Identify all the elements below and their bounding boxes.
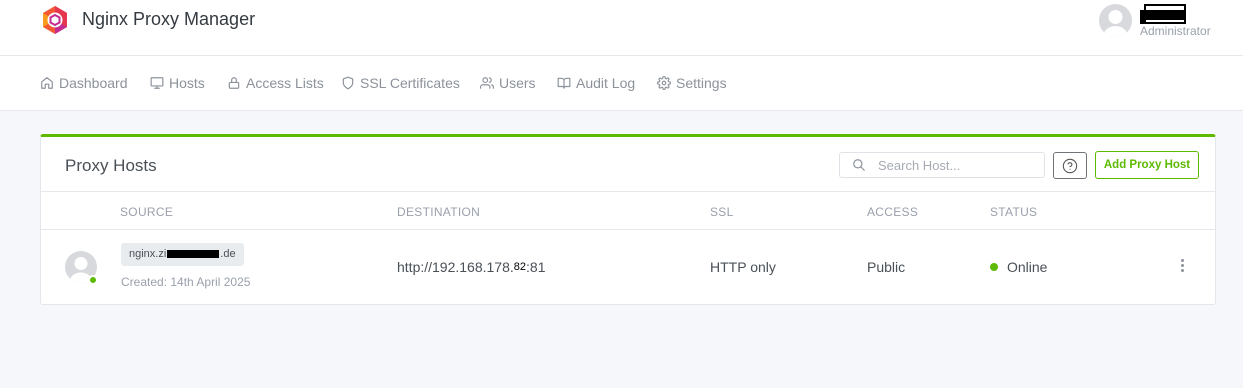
nav-settings[interactable]: Settings — [657, 56, 727, 110]
redacted-domain — [167, 250, 220, 259]
gear-icon — [657, 76, 671, 90]
users-icon — [480, 77, 494, 89]
column-header-access: ACCESS — [867, 205, 919, 219]
search-box — [839, 152, 1045, 178]
main-nav: Dashboard Hosts Access Lists SSL Certifi… — [0, 56, 1243, 111]
nav-label: Access Lists — [246, 75, 324, 91]
table-header: SOURCE DESTINATION SSL ACCESS STATUS — [41, 191, 1215, 230]
proxy-hosts-card: Proxy Hosts Add Proxy Host SOURCE DESTIN… — [40, 134, 1216, 305]
nav-label: Users — [499, 75, 536, 91]
help-button[interactable] — [1053, 152, 1087, 179]
online-indicator — [88, 275, 98, 285]
domain-start: nginx.zi — [129, 248, 167, 260]
shield-icon — [342, 76, 354, 90]
column-header-status: STATUS — [990, 205, 1038, 219]
monitor-icon — [150, 77, 164, 89]
app-title: Nginx Proxy Manager — [82, 9, 256, 29]
destination-cell: http://192.168.178.82:81 — [397, 259, 545, 275]
row-actions-menu-icon[interactable] — [1177, 258, 1189, 274]
destination-octet: 82 — [513, 261, 527, 273]
nav-label: Audit Log — [576, 75, 636, 91]
nginx-proxy-manager-logo[interactable] — [40, 5, 70, 35]
nav-ssl-certificates[interactable]: SSL Certificates — [341, 56, 460, 110]
nav-label: Dashboard — [59, 75, 128, 91]
nav-label: SSL Certificates — [360, 75, 460, 91]
status-label: Online — [1007, 259, 1048, 275]
top-bar: Nginx Proxy Manager Administrator — [0, 0, 1243, 56]
nav-hosts[interactable]: Hosts — [150, 56, 205, 110]
nav-users[interactable]: Users — [480, 56, 536, 110]
redacted-username — [1144, 4, 1186, 24]
search-input[interactable] — [878, 155, 1038, 175]
user-avatar[interactable] — [1099, 4, 1132, 37]
domain-end: .de — [220, 248, 236, 260]
nav-label: Settings — [676, 75, 727, 91]
add-proxy-host-button[interactable]: Add Proxy Host — [1095, 151, 1199, 179]
nav-access-lists[interactable]: Access Lists — [227, 56, 324, 110]
home-icon — [41, 77, 53, 89]
status-cell: Online — [990, 259, 1047, 275]
destination-port: :81 — [526, 259, 546, 275]
book-icon — [557, 77, 571, 89]
lock-icon — [228, 77, 240, 89]
domain-badge[interactable]: nginx.zi .de — [121, 243, 244, 266]
help-icon — [1062, 158, 1078, 173]
access-cell: Public — [867, 259, 906, 275]
table-row[interactable]: nginx.zi .de Created: 14th April 2025 htt… — [41, 230, 1215, 304]
column-header-ssl: SSL — [710, 205, 734, 219]
column-header-source: SOURCE — [120, 205, 174, 219]
card-title: Proxy Hosts — [65, 156, 157, 175]
ssl-cell: HTTP only — [710, 259, 776, 275]
nav-audit-log[interactable]: Audit Log — [557, 56, 635, 110]
status-dot — [990, 263, 998, 271]
created-date: Created: 14th April 2025 — [121, 275, 251, 289]
user-role: Administrator — [1140, 24, 1211, 38]
nav-label: Hosts — [169, 75, 205, 91]
search-icon — [853, 159, 865, 171]
column-header-destination: DESTINATION — [397, 205, 481, 219]
nav-dashboard[interactable]: Dashboard — [40, 56, 128, 110]
destination-prefix: http://192.168.178. — [397, 259, 514, 275]
